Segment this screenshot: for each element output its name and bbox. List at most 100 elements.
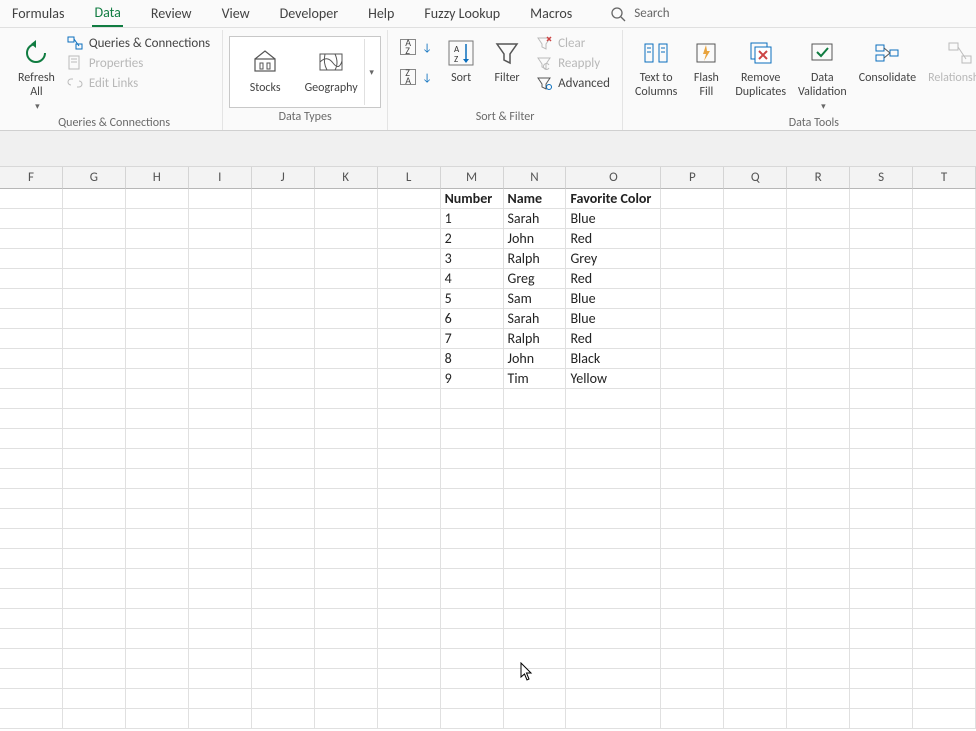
cell[interactable] — [189, 249, 252, 269]
cell[interactable] — [661, 569, 724, 589]
cell[interactable] — [252, 549, 315, 569]
cell[interactable] — [252, 309, 315, 329]
cell[interactable] — [913, 549, 976, 569]
cell[interactable] — [126, 429, 189, 449]
cell[interactable] — [315, 469, 378, 489]
spreadsheet-grid[interactable]: FGHIJKLMNOPQRST NumberNameFavorite Color… — [0, 167, 976, 729]
cell[interactable] — [441, 489, 504, 509]
cell[interactable] — [661, 369, 724, 389]
cell[interactable] — [441, 409, 504, 429]
cell[interactable] — [661, 709, 724, 729]
cell[interactable] — [378, 489, 441, 509]
cell[interactable] — [504, 409, 567, 429]
cell[interactable] — [315, 689, 378, 709]
cell[interactable] — [787, 549, 850, 569]
cell[interactable] — [724, 289, 787, 309]
tab-view[interactable]: View — [220, 1, 252, 26]
cell[interactable]: Number — [441, 189, 504, 209]
table-row[interactable] — [0, 629, 976, 649]
cell[interactable] — [661, 389, 724, 409]
cell[interactable] — [850, 669, 913, 689]
cell[interactable] — [126, 269, 189, 289]
cell[interactable] — [315, 389, 378, 409]
cell[interactable] — [566, 409, 661, 429]
edit-links-button[interactable]: Edit Links — [65, 74, 212, 92]
cell[interactable] — [0, 489, 63, 509]
sort-desc-button[interactable]: ZA ↓ — [398, 68, 434, 86]
cell[interactable] — [850, 369, 913, 389]
cell[interactable] — [315, 589, 378, 609]
table-row[interactable]: 2JohnRed — [0, 229, 976, 249]
cell[interactable]: Favorite Color — [566, 189, 661, 209]
cell[interactable] — [126, 469, 189, 489]
cell[interactable] — [787, 529, 850, 549]
cell[interactable] — [315, 209, 378, 229]
cell[interactable] — [850, 689, 913, 709]
cell[interactable] — [252, 609, 315, 629]
table-row[interactable] — [0, 509, 976, 529]
table-row[interactable]: 3RalphGrey — [0, 249, 976, 269]
cell[interactable] — [787, 509, 850, 529]
cell[interactable] — [913, 629, 976, 649]
cell[interactable] — [0, 709, 63, 729]
data-validation-button[interactable]: Data Validation — [792, 32, 853, 114]
cell[interactable] — [441, 649, 504, 669]
cell[interactable] — [63, 409, 126, 429]
cell[interactable] — [252, 629, 315, 649]
cell[interactable] — [252, 249, 315, 269]
cell[interactable] — [913, 649, 976, 669]
cell[interactable] — [0, 229, 63, 249]
cell[interactable] — [787, 329, 850, 349]
cell[interactable] — [566, 669, 661, 689]
cell[interactable] — [378, 349, 441, 369]
cell[interactable] — [787, 229, 850, 249]
cell[interactable] — [850, 489, 913, 509]
cell[interactable] — [252, 489, 315, 509]
cell[interactable] — [913, 469, 976, 489]
cell[interactable] — [252, 509, 315, 529]
cell[interactable] — [661, 529, 724, 549]
cell[interactable] — [913, 589, 976, 609]
cell[interactable] — [913, 509, 976, 529]
cell[interactable]: Grey — [566, 249, 661, 269]
cell[interactable] — [850, 189, 913, 209]
column-header-J[interactable]: J — [252, 167, 315, 189]
cell[interactable] — [126, 189, 189, 209]
cell[interactable] — [315, 569, 378, 589]
cell[interactable] — [661, 649, 724, 669]
cell[interactable] — [378, 429, 441, 449]
cell[interactable] — [787, 629, 850, 649]
cell[interactable]: Sarah — [504, 209, 567, 229]
cell[interactable] — [850, 549, 913, 569]
cell[interactable] — [0, 249, 63, 269]
cell[interactable] — [913, 229, 976, 249]
cell[interactable] — [315, 249, 378, 269]
cell[interactable] — [913, 209, 976, 229]
cell[interactable] — [252, 389, 315, 409]
cell[interactable] — [661, 289, 724, 309]
column-header-P[interactable]: P — [661, 167, 724, 189]
remove-duplicates-button[interactable]: Remove Duplicates — [729, 32, 792, 102]
cell[interactable] — [504, 689, 567, 709]
cell[interactable] — [441, 689, 504, 709]
cell[interactable] — [378, 329, 441, 349]
cell[interactable] — [378, 689, 441, 709]
cell[interactable] — [252, 189, 315, 209]
cell[interactable] — [0, 209, 63, 229]
cell[interactable]: 3 — [441, 249, 504, 269]
advanced-filter-button[interactable]: Advanced — [534, 74, 612, 92]
cell[interactable] — [504, 589, 567, 609]
cell[interactable] — [913, 529, 976, 549]
cell[interactable] — [378, 289, 441, 309]
cell[interactable] — [566, 589, 661, 609]
cell[interactable] — [378, 409, 441, 429]
cell[interactable] — [252, 429, 315, 449]
cell[interactable] — [566, 569, 661, 589]
cell[interactable] — [315, 489, 378, 509]
cell[interactable] — [504, 669, 567, 689]
cell[interactable] — [315, 529, 378, 549]
cell[interactable] — [189, 389, 252, 409]
cell[interactable] — [850, 349, 913, 369]
cell[interactable] — [441, 529, 504, 549]
cell[interactable] — [441, 469, 504, 489]
